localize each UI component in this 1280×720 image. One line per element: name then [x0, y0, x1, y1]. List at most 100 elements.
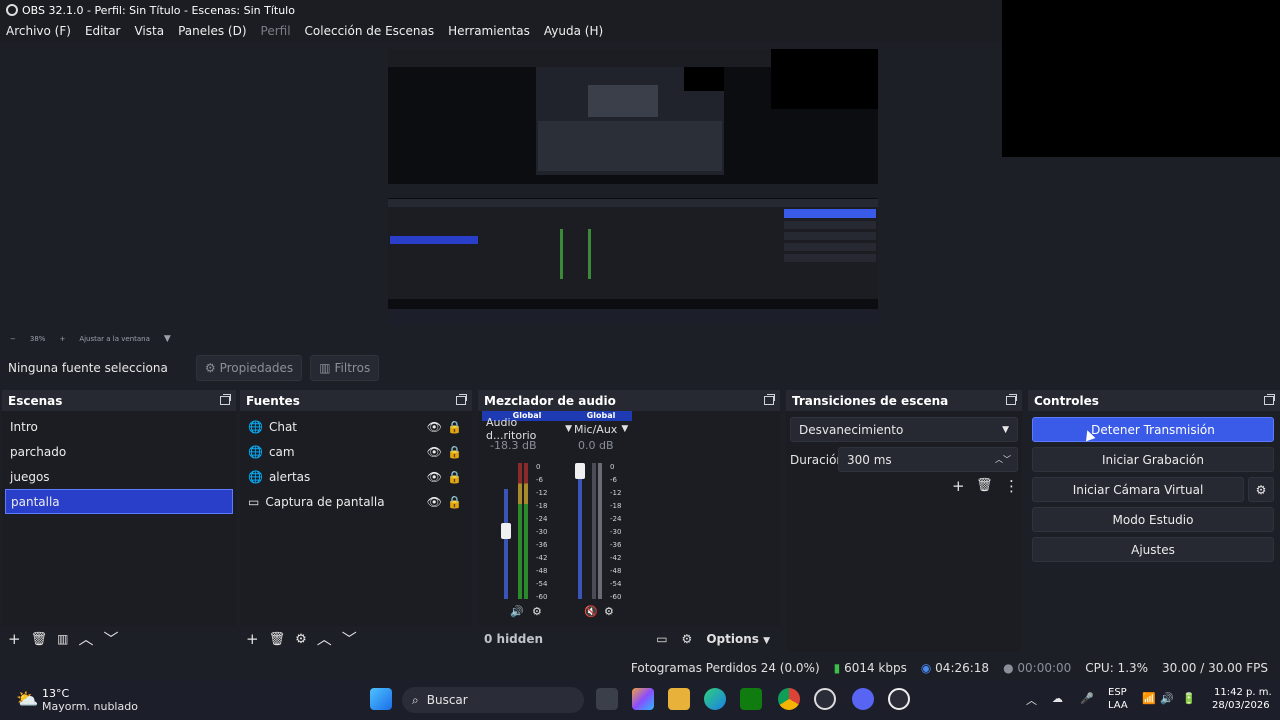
discord-icon[interactable]	[852, 688, 874, 710]
trash-icon[interactable]: 🗑	[976, 479, 993, 492]
trash-icon[interactable]: 🗑	[31, 633, 48, 646]
cpu-usage: CPU: 1.3%	[1085, 661, 1149, 675]
volume-track	[578, 463, 582, 599]
edge-browser-icon[interactable]	[704, 688, 726, 710]
studio-mode-button[interactable]: Modo Estudio	[1032, 507, 1274, 532]
menu-herramientas[interactable]: Herramientas	[448, 24, 530, 38]
menu-editar[interactable]: Editar	[85, 24, 121, 38]
language-sub-label[interactable]: LAA	[1108, 700, 1128, 711]
options-button[interactable]: Options ▼	[706, 632, 770, 646]
menu-paneles[interactable]: Paneles (D)	[178, 24, 246, 38]
gear-icon[interactable]: ⚙	[295, 633, 307, 646]
properties-button[interactable]: ⚙ Propiedades	[195, 355, 303, 381]
chevron-up-icon[interactable]: ︿	[78, 631, 93, 647]
taskbar-search[interactable]: ⌕ Buscar	[402, 687, 584, 713]
gear-icon[interactable]: ⚙	[532, 605, 542, 618]
volume-slider-handle[interactable]	[501, 523, 511, 539]
eye-icon[interactable]: 👁	[427, 420, 442, 434]
scene-item[interactable]: Intro	[2, 414, 236, 439]
add-icon[interactable]: +	[952, 479, 965, 494]
wifi-icon[interactable]: 📶	[1142, 692, 1156, 705]
chevron-down-icon[interactable]: ▼	[164, 334, 171, 344]
weather-temp[interactable]: 13°C	[42, 687, 69, 700]
scene-item-selected[interactable]: pantalla	[5, 489, 233, 514]
chevron-down-icon[interactable]: ﹀	[103, 631, 118, 647]
add-icon[interactable]: +	[8, 631, 21, 647]
gear-icon[interactable]: ⚙	[604, 605, 614, 618]
obs-taskbar-icon[interactable]	[814, 688, 836, 710]
bitrate-value: 6014 kbps	[844, 661, 907, 675]
chevron-down-icon[interactable]: ﹀	[342, 631, 357, 647]
copilot-icon[interactable]	[632, 688, 654, 710]
clock-date[interactable]: 28/03/2026	[1212, 700, 1270, 711]
weather-desc[interactable]: Mayorm. nublado	[42, 700, 138, 713]
lock-icon[interactable]: 🔒	[447, 470, 462, 484]
channel-name[interactable]: Mic/Aux ▼	[570, 421, 632, 437]
windows-start-icon[interactable]	[370, 688, 392, 710]
undock-icon[interactable]	[220, 394, 231, 405]
cloud-icon[interactable]: ☁	[1052, 692, 1063, 705]
volume-slider-handle[interactable]	[575, 463, 585, 479]
scene-item[interactable]: juegos	[2, 464, 236, 489]
gear-icon[interactable]: ⚙	[682, 632, 693, 646]
filters-button[interactable]: ▥ Filtros	[310, 355, 380, 381]
source-item[interactable]: ▭ Captura de pantalla 👁 🔒	[240, 489, 472, 514]
scene-item[interactable]: parchado	[2, 439, 236, 464]
transition-select[interactable]: Desvanecimiento ▼	[790, 417, 1018, 442]
preview-canvas[interactable]	[388, 49, 878, 325]
settings-button[interactable]: Ajustes	[1032, 537, 1274, 562]
menu-perfil[interactable]: Perfil	[261, 24, 291, 38]
language-label[interactable]: ESP	[1108, 687, 1127, 698]
fit-window-button[interactable]: Ajustar a la ventana	[79, 335, 150, 343]
eye-icon[interactable]: 👁	[427, 470, 442, 484]
xbox-icon[interactable]	[740, 688, 762, 710]
microphone-icon[interactable]: 🎤	[1080, 692, 1094, 705]
filter-icon[interactable]: ▥	[57, 633, 68, 645]
start-virtual-camera-button[interactable]: Iniciar Cámara Virtual	[1032, 477, 1244, 502]
chrome-icon[interactable]	[778, 688, 800, 710]
menu-vista[interactable]: Vista	[134, 24, 164, 38]
chevron-down-icon[interactable]: ▼	[621, 424, 628, 434]
menu-archivo[interactable]: Archivo (F)	[6, 24, 71, 38]
trash-icon[interactable]: 🗑	[269, 633, 286, 646]
lock-icon[interactable]: 🔒	[447, 420, 462, 434]
layout-icon[interactable]: ▭	[656, 632, 667, 646]
more-vertical-icon[interactable]: ⋮	[1004, 479, 1019, 494]
menu-coleccion-escenas[interactable]: Colección de Escenas	[305, 24, 435, 38]
stop-stream-button[interactable]: Detener Transmisión	[1032, 417, 1274, 442]
clock-time[interactable]: 11:42 p. m.	[1214, 687, 1272, 698]
source-item[interactable]: 🌐 cam 👁 🔒	[240, 439, 472, 464]
scenes-toolbar: + 🗑 ▥ ︿ ﹀	[2, 626, 236, 652]
source-item[interactable]: 🌐 alertas 👁 🔒	[240, 464, 472, 489]
zoom-out-button[interactable]: −	[10, 335, 16, 343]
chevron-up-icon[interactable]: ︿	[1026, 692, 1037, 708]
stepper-icon[interactable]: ︿﹀	[995, 455, 1011, 464]
task-view-icon[interactable]	[596, 688, 618, 710]
channel-name[interactable]: Audio d...ritorio ▼	[482, 416, 572, 442]
lock-icon[interactable]: 🔒	[447, 445, 462, 459]
mixer-channel: Global Audio d...ritorio ▼ -18.3 dB 0 -6…	[482, 411, 572, 626]
weather-cloud-icon[interactable]: ⛅	[16, 689, 38, 710]
virtual-camera-settings-button[interactable]: ⚙	[1248, 477, 1274, 502]
volume-icon[interactable]: 🔊	[1160, 692, 1174, 705]
zoom-in-button[interactable]: +	[59, 335, 65, 343]
lock-icon[interactable]: 🔒	[447, 495, 462, 509]
battery-icon[interactable]: 🔋	[1182, 692, 1196, 705]
undock-icon[interactable]	[764, 394, 775, 405]
eye-icon[interactable]: 👁	[427, 495, 442, 509]
duration-spinbox[interactable]: 300 ms ︿﹀	[838, 447, 1018, 472]
file-explorer-icon[interactable]	[668, 688, 690, 710]
speaker-icon[interactable]: 🔊	[510, 605, 524, 618]
chevron-up-icon[interactable]: ︿	[317, 631, 332, 647]
source-item[interactable]: 🌐 Chat 👁 🔒	[240, 414, 472, 439]
eye-icon[interactable]: 👁	[427, 445, 442, 459]
muted-speaker-icon[interactable]: 🔇	[584, 605, 598, 618]
menu-ayuda[interactable]: Ayuda (H)	[544, 24, 603, 38]
controls-header: Controles	[1028, 390, 1280, 411]
start-recording-button[interactable]: Iniciar Grabación	[1032, 447, 1274, 472]
obs-secondary-icon[interactable]	[888, 688, 910, 710]
undock-icon[interactable]	[456, 394, 467, 405]
undock-icon[interactable]	[1006, 394, 1017, 405]
undock-icon[interactable]	[1264, 394, 1275, 405]
add-icon[interactable]: +	[246, 631, 259, 647]
